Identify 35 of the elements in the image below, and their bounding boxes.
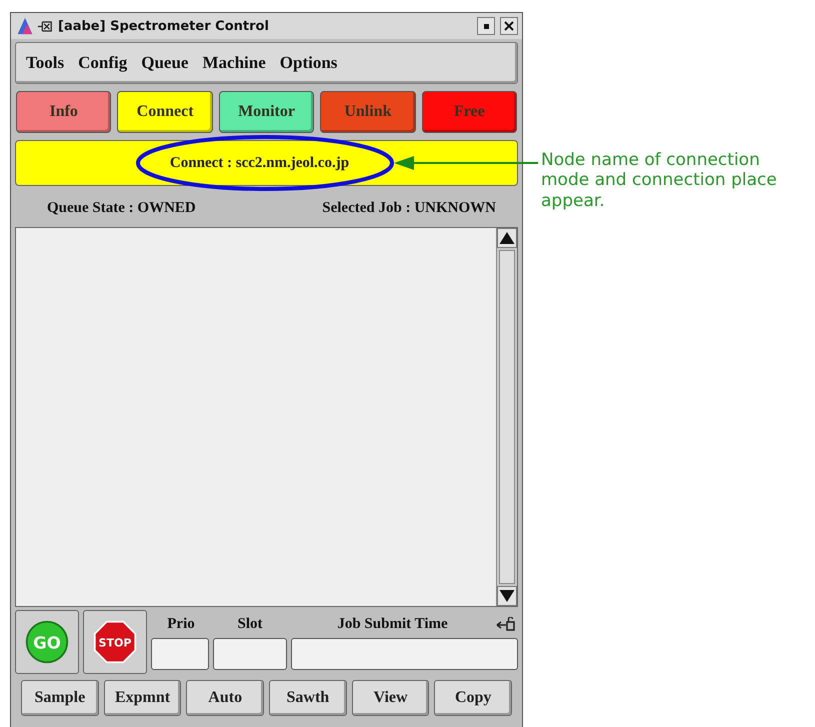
mode-button[interactable]: Info — [16, 91, 112, 133]
stop-button[interactable]: STOP — [83, 610, 147, 674]
input-field[interactable] — [213, 638, 287, 670]
window-title: [aabe] Spectrometer Control — [58, 18, 270, 34]
queue-state: Queue State : OWNED — [47, 200, 196, 216]
menu-item[interactable]: Config — [78, 53, 128, 73]
selected-job: Selected Job : UNKNOWN — [322, 200, 496, 216]
arrow-lock-icon — [496, 617, 516, 631]
menu-item[interactable]: Options — [280, 53, 338, 73]
tool-button[interactable]: Sample — [21, 680, 99, 716]
field-label: Slot — [236, 616, 264, 632]
menu-item[interactable]: Queue — [141, 53, 188, 73]
scroll-down-icon[interactable] — [497, 586, 517, 606]
close-button[interactable] — [500, 17, 518, 35]
input-field[interactable] — [291, 638, 518, 670]
tool-button[interactable]: Sawth — [269, 680, 347, 716]
minimize-button[interactable] — [477, 17, 495, 35]
app-logo-icon — [15, 16, 35, 36]
field-label: Job Submit Time — [336, 616, 449, 632]
tool-button[interactable]: Expmnt — [104, 680, 182, 716]
connection-status: Connect : scc2.nm.jeol.co.jp — [170, 154, 350, 172]
close-icon[interactable] — [504, 21, 514, 31]
scrollbar[interactable] — [496, 228, 517, 606]
field-label: Prio — [166, 616, 196, 632]
menu-item[interactable]: Machine — [202, 53, 266, 73]
tool-button[interactable]: Auto — [186, 680, 264, 716]
input-field[interactable] — [151, 638, 209, 670]
scroll-up-icon[interactable] — [497, 228, 517, 248]
tool-button[interactable]: View — [352, 680, 430, 716]
mode-button[interactable]: Monitor — [218, 91, 314, 133]
menu-item[interactable]: Tools — [26, 53, 64, 73]
pin-icon — [37, 20, 53, 32]
tool-button[interactable]: Copy — [434, 680, 512, 716]
annotation-text: Node name of connection mode and connection place appear. — [541, 150, 778, 212]
mode-button[interactable]: Connect — [117, 91, 213, 133]
